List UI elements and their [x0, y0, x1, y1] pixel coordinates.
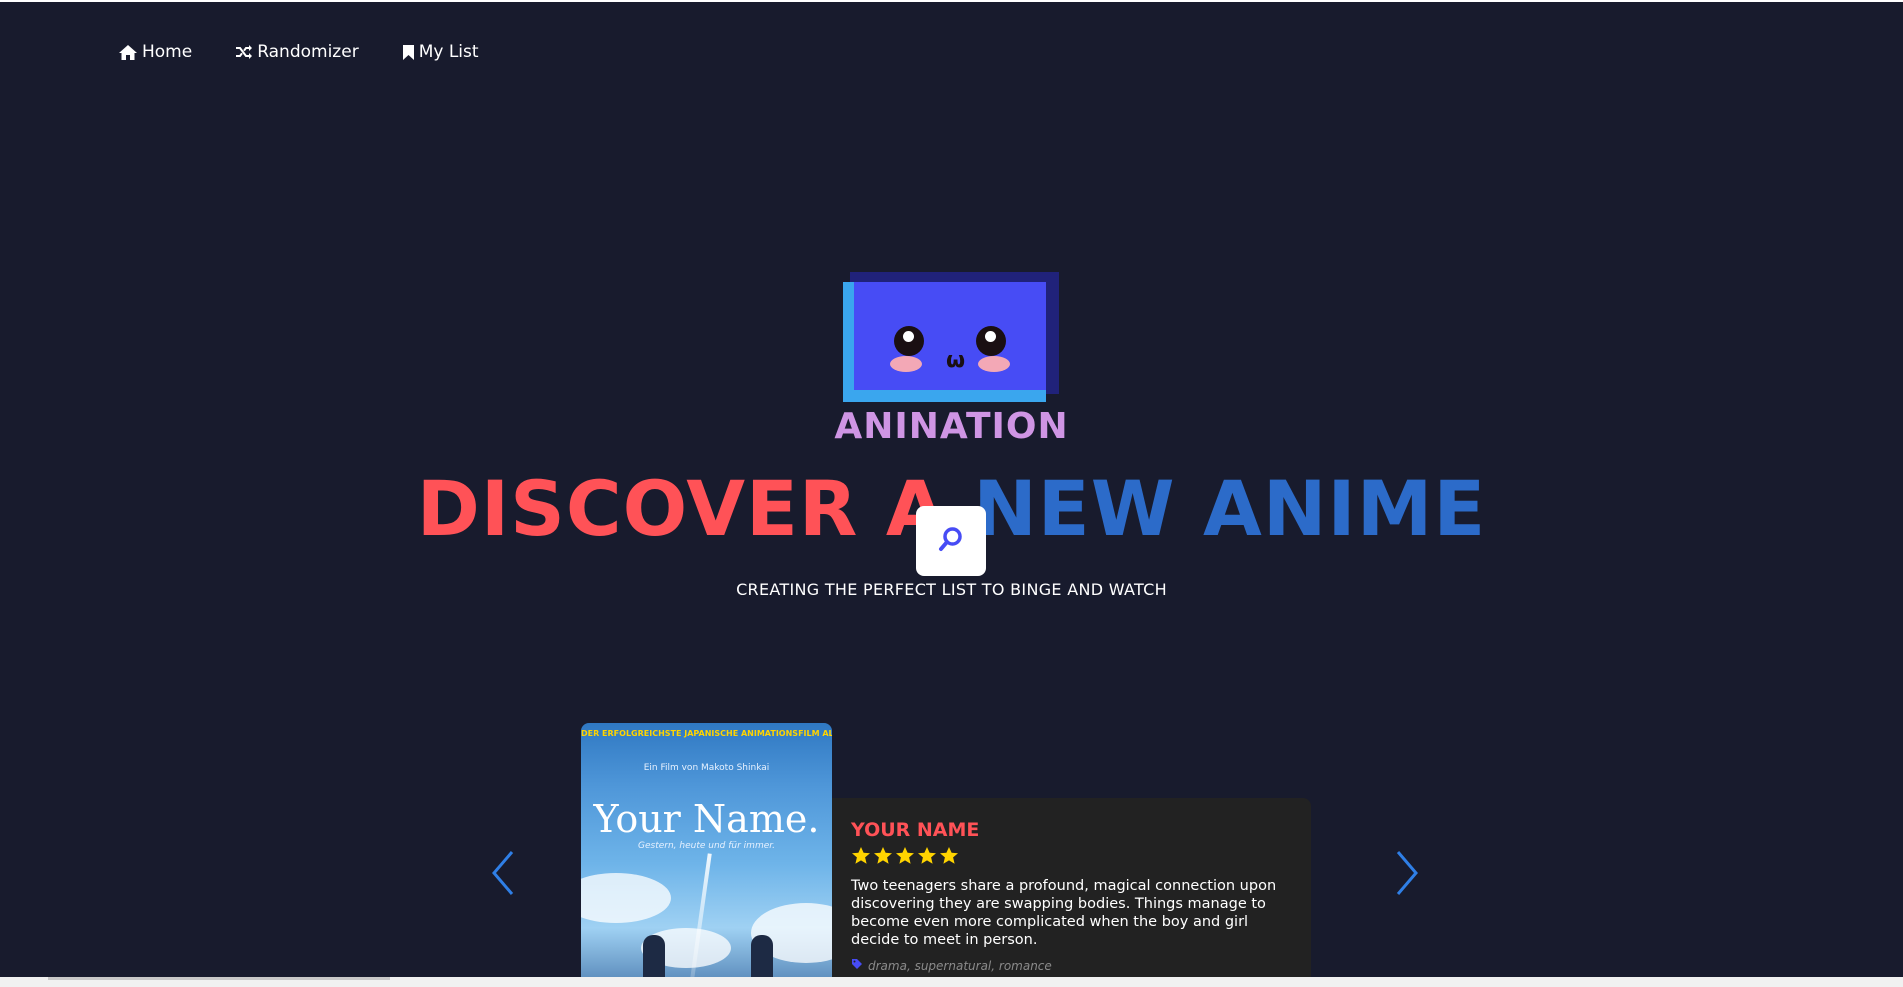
nav-home[interactable]: Home	[118, 42, 192, 62]
nav-randomizer-label: Randomizer	[257, 42, 359, 62]
chevron-left-icon	[490, 851, 516, 900]
tag-icon	[851, 958, 863, 973]
anime-description: Two teenagers share a profound, magical …	[851, 878, 1277, 948]
nav-my-list-label: My List	[418, 42, 479, 62]
top-nav: Home Randomizer My List	[118, 42, 479, 62]
star-icon	[917, 846, 937, 869]
horizontal-scrollbar[interactable]	[0, 977, 1903, 987]
nav-randomizer[interactable]: Randomizer	[235, 42, 359, 62]
headline-part1: DISCOVER A	[416, 464, 974, 553]
carousel-prev-button[interactable]	[490, 850, 516, 900]
anime-tags: drama, supernatural, romance	[851, 958, 1052, 973]
brand-name: ANINATION	[834, 406, 1069, 447]
star-icon	[895, 846, 915, 869]
poster-credit: Ein Film von Makoto Shinkai	[643, 763, 770, 773]
anime-title: YOUR NAME	[851, 819, 980, 841]
carousel-next-button[interactable]	[1394, 850, 1420, 900]
poster-title: Your Name.	[593, 797, 820, 841]
chevron-right-icon	[1394, 851, 1420, 900]
bookmark-icon	[402, 44, 415, 61]
star-icon	[939, 846, 959, 869]
poster-banner: DER ERFOLGREICHSTE JAPANISCHE ANIMATIONS…	[581, 729, 832, 738]
search-button[interactable]	[916, 506, 986, 576]
home-icon	[118, 44, 138, 61]
search-icon	[937, 525, 965, 557]
shuffle-icon	[235, 44, 253, 60]
star-rating	[851, 846, 959, 869]
headline-part2: NEW ANIME	[973, 464, 1487, 553]
nav-home-label: Home	[142, 42, 193, 62]
star-icon	[873, 846, 893, 869]
logo: ω	[843, 270, 1059, 406]
anime-poster[interactable]: DER ERFOLGREICHSTE JAPANISCHE ANIMATIONS…	[581, 723, 832, 977]
poster-subtitle: Gestern, heute und für immer.	[638, 841, 775, 851]
page: Home Randomizer My List ω ANINATION DISC…	[0, 2, 1903, 977]
anime-info-card: YOUR NAME Two teenagers share a profound…	[832, 798, 1311, 977]
scrollbar-thumb[interactable]	[48, 977, 390, 980]
anime-tags-text: drama, supernatural, romance	[868, 958, 1052, 973]
hero-tagline: CREATING THE PERFECT LIST TO BINGE AND W…	[736, 580, 1167, 599]
star-icon	[851, 846, 871, 869]
nav-my-list[interactable]: My List	[402, 42, 479, 62]
